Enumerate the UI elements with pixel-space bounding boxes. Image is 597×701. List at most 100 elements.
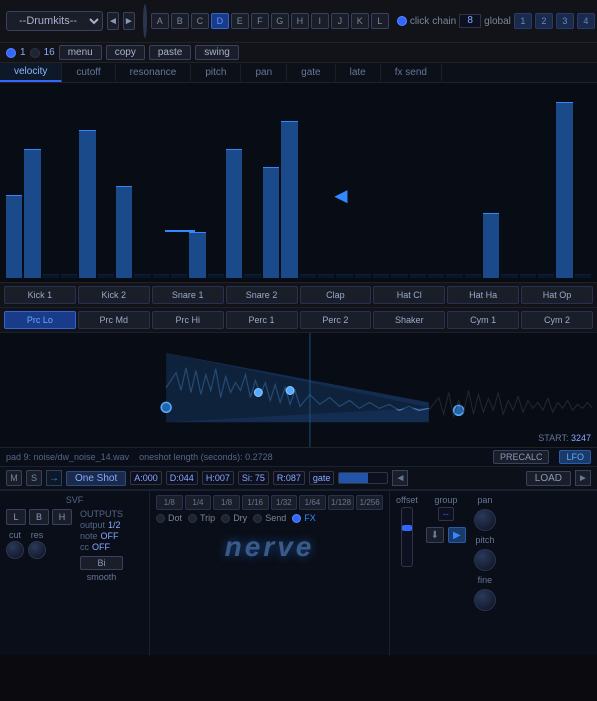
main-knob[interactable] <box>143 4 147 38</box>
seq-bar-13[interactable] <box>244 274 260 278</box>
seq-bar-18[interactable] <box>336 274 352 278</box>
seq-bar-27[interactable] <box>501 274 517 278</box>
drumkit-select[interactable]: --Drumkits-- <box>6 11 103 31</box>
num4-btn[interactable]: 4 <box>577 13 595 29</box>
pad-prcmd[interactable]: Prc Md <box>78 311 150 329</box>
letter-c[interactable]: C <box>191 13 209 29</box>
tab-gate[interactable]: gate <box>287 64 335 81</box>
copy-button[interactable]: copy <box>106 45 145 60</box>
letter-a[interactable]: A <box>151 13 169 29</box>
pad-perc2[interactable]: Perc 2 <box>300 311 372 329</box>
load-button[interactable]: LOAD <box>526 471 571 486</box>
seq-bar-31[interactable] <box>575 274 591 278</box>
pad-perc1[interactable]: Perc 1 <box>226 311 298 329</box>
num3-btn[interactable]: 3 <box>556 13 574 29</box>
pad-shaker[interactable]: Shaker <box>373 311 445 329</box>
pad-cym1[interactable]: Cym 1 <box>447 311 519 329</box>
seq-bar-28[interactable] <box>520 274 536 278</box>
tab-pitch[interactable]: pitch <box>191 64 241 81</box>
tab-fxsend[interactable]: fx send <box>381 64 442 81</box>
letter-j[interactable]: J <box>331 13 349 29</box>
letter-h[interactable]: H <box>291 13 309 29</box>
s-button[interactable]: S <box>26 470 42 486</box>
fx-radio[interactable]: FX <box>292 513 316 523</box>
dry-radio[interactable]: Dry <box>221 513 247 523</box>
waveform-area[interactable]: START: 3247 <box>0 333 597 448</box>
seq-bar-16[interactable] <box>300 274 316 278</box>
seq-bar-21[interactable] <box>391 274 407 278</box>
letter-d[interactable]: D <box>211 13 229 29</box>
hold-param[interactable]: H:007 <box>202 471 234 485</box>
pad-prchi[interactable]: Prc Hi <box>152 311 224 329</box>
pad-snare1[interactable]: Snare 1 <box>152 286 224 304</box>
pad-kick2[interactable]: Kick 2 <box>78 286 150 304</box>
seq-bar-6[interactable] <box>116 186 132 279</box>
seq-bar-4[interactable] <box>79 130 95 278</box>
letter-e[interactable]: E <box>231 13 249 29</box>
fine-knob[interactable] <box>474 589 496 611</box>
seq-bar-12[interactable] <box>226 149 242 279</box>
sequencer-area[interactable]: ◄ <box>0 83 597 283</box>
lfo-button[interactable]: LFO <box>559 450 591 464</box>
pad-clap[interactable]: Clap <box>300 286 372 304</box>
div-1-16[interactable]: 1/16 <box>242 495 269 510</box>
letter-g[interactable]: G <box>271 13 289 29</box>
seq-bar-15[interactable] <box>281 121 297 278</box>
div-1-8b[interactable]: 1/8 <box>213 495 240 510</box>
seq-bar-25[interactable] <box>465 274 481 278</box>
seq-bar-29[interactable] <box>538 274 554 278</box>
num1-radio[interactable] <box>6 48 16 58</box>
send-radio[interactable]: Send <box>253 513 286 523</box>
click-radio[interactable] <box>397 16 407 26</box>
trip-radio[interactable]: Trip <box>188 513 215 523</box>
div-1-256[interactable]: 1/256 <box>356 495 383 510</box>
tab-velocity[interactable]: velocity <box>0 63 62 82</box>
b-button[interactable]: B <box>29 509 49 525</box>
pad-cym2[interactable]: Cym 2 <box>521 311 593 329</box>
seq-bar-0[interactable] <box>6 195 22 278</box>
si-param[interactable]: Si: 75 <box>238 471 269 485</box>
div-1-64[interactable]: 1/64 <box>299 495 326 510</box>
tab-resonance[interactable]: resonance <box>116 64 192 81</box>
seq-bar-5[interactable] <box>98 274 114 278</box>
h-button[interactable]: H <box>52 509 72 525</box>
seq-bar-9[interactable] <box>171 274 187 278</box>
pad-snare2[interactable]: Snare 2 <box>226 286 298 304</box>
pad-kick1[interactable]: Kick 1 <box>4 286 76 304</box>
seq-bar-1[interactable] <box>24 149 40 279</box>
div-1-32[interactable]: 1/32 <box>271 495 298 510</box>
l-button[interactable]: L <box>6 509 26 525</box>
letter-i[interactable]: I <box>311 13 329 29</box>
paste-button[interactable]: paste <box>149 45 191 60</box>
direction-arrow[interactable]: → <box>46 470 62 486</box>
sequencer-canvas[interactable] <box>0 83 597 282</box>
div-1-128[interactable]: 1/128 <box>328 495 355 510</box>
offset-slider[interactable] <box>401 507 413 567</box>
precalc-button[interactable]: PRECALC <box>493 450 550 464</box>
seq-bar-20[interactable] <box>373 274 389 278</box>
seq-bar-24[interactable] <box>446 274 462 278</box>
gate-slider[interactable] <box>338 472 388 484</box>
pad-prclo[interactable]: Prc Lo <box>4 311 76 329</box>
group-val[interactable]: -- <box>438 507 454 521</box>
attack-param[interactable]: A:000 <box>130 471 162 485</box>
load-nav-right[interactable]: ► <box>575 470 591 486</box>
dot-radio[interactable]: Dot <box>156 513 182 523</box>
tab-cutoff[interactable]: cutoff <box>62 64 115 81</box>
seq-bar-26[interactable] <box>483 213 499 278</box>
cut-knob[interactable] <box>6 541 24 559</box>
gate-param[interactable]: gate <box>309 471 335 485</box>
letter-l[interactable]: L <box>371 13 389 29</box>
num1-btn[interactable]: 1 <box>514 13 532 29</box>
icon-btn-1[interactable]: ⬇ <box>426 527 444 543</box>
seq-bar-8[interactable] <box>153 274 169 278</box>
letter-f[interactable]: F <box>251 13 269 29</box>
pad-hatop[interactable]: Hat Op <box>521 286 593 304</box>
menu-button[interactable]: menu <box>59 45 102 60</box>
chain-value[interactable]: 8 <box>459 14 481 28</box>
tab-late[interactable]: late <box>336 64 381 81</box>
seq-bar-10[interactable] <box>189 232 205 278</box>
seq-bar-2[interactable] <box>43 274 59 278</box>
pad-hatha[interactable]: Hat Ha <box>447 286 519 304</box>
swing-button[interactable]: swing <box>195 45 239 60</box>
